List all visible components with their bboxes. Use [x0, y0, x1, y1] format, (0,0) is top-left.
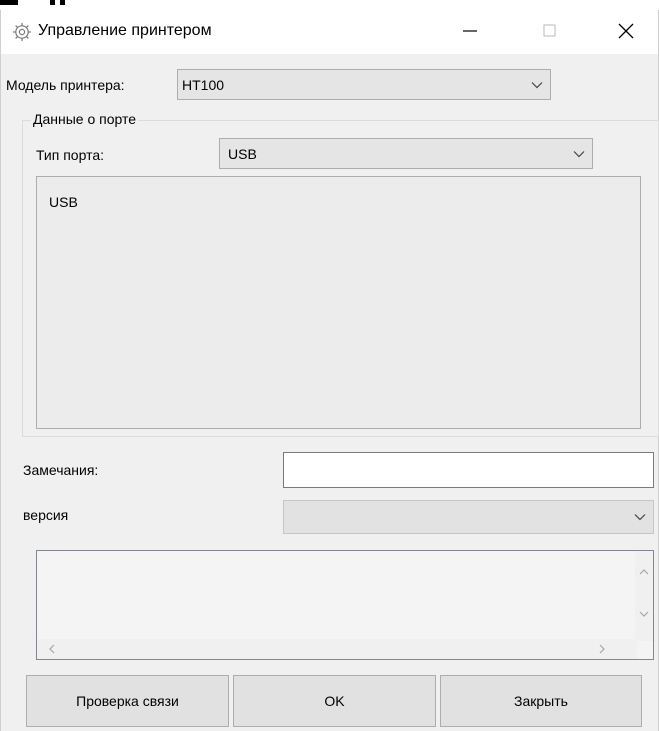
chevron-down-icon [524, 70, 550, 99]
port-type-combo[interactable]: USB [219, 138, 593, 169]
port-type-value: USB [228, 145, 257, 162]
background-text-fragment [50, 0, 55, 5]
chevron-left-icon [49, 644, 55, 654]
remarks-label: Замечания: [23, 462, 99, 478]
horizontal-scrollbar[interactable] [37, 639, 637, 659]
scroll-right-arrow[interactable] [593, 639, 611, 659]
close-icon [618, 23, 634, 39]
title-bar[interactable]: Управление принтером [0, 10, 659, 54]
port-type-label: Тип порта: [36, 147, 105, 163]
gear-icon [12, 22, 32, 42]
chevron-up-icon [639, 569, 649, 575]
close-button[interactable] [603, 10, 649, 52]
version-label: версия [23, 507, 69, 523]
scroll-down-arrow[interactable] [635, 603, 653, 625]
chevron-down-icon [566, 139, 592, 168]
check-connection-button[interactable]: Проверка связи [26, 675, 229, 727]
scroll-up-arrow[interactable] [635, 561, 653, 583]
background-text-fragment [0, 0, 18, 5]
printer-model-value: HT100 [182, 76, 225, 93]
background-strip [0, 0, 659, 10]
printer-model-label: Модель принтера: [6, 77, 125, 93]
scroll-left-arrow[interactable] [43, 639, 61, 659]
background-text-fragment [60, 0, 65, 5]
minimize-icon [463, 30, 477, 32]
port-group-title: Данные о порте [31, 110, 139, 128]
log-listbox[interactable] [36, 550, 654, 660]
printer-model-combo[interactable]: HT100 [177, 69, 551, 100]
port-panel-text: USB [49, 194, 78, 210]
close-dialog-button[interactable]: Закрыть [440, 675, 642, 727]
version-combo[interactable] [283, 500, 654, 534]
vertical-scrollbar[interactable] [635, 551, 653, 641]
ok-button[interactable]: OK [233, 675, 436, 727]
maximize-icon [543, 24, 556, 37]
port-settings-panel: USB [36, 176, 641, 429]
chevron-down-icon [639, 611, 649, 617]
chevron-down-icon [627, 501, 653, 533]
minimize-button[interactable] [447, 10, 493, 52]
remarks-input[interactable] [283, 452, 654, 488]
chevron-right-icon [599, 644, 605, 654]
window-title: Управление принтером [38, 22, 212, 39]
maximize-button[interactable] [527, 10, 573, 52]
